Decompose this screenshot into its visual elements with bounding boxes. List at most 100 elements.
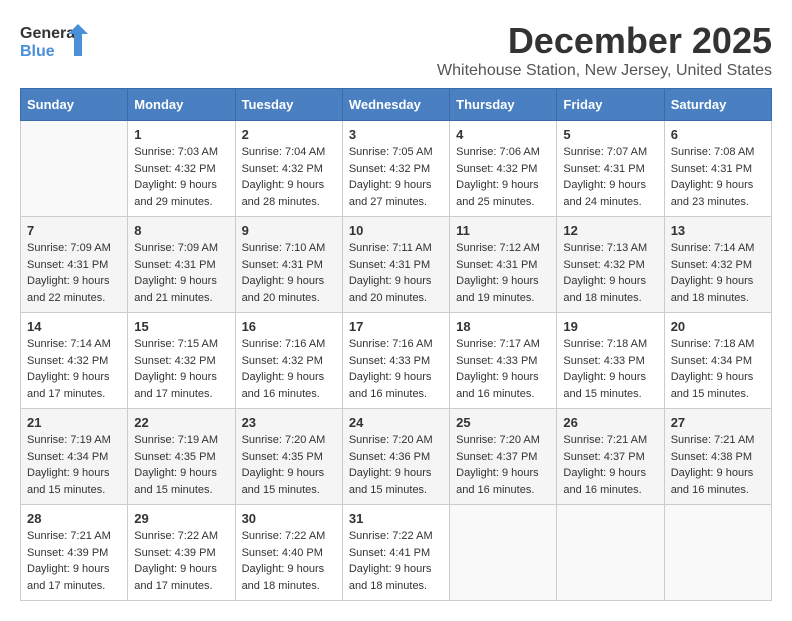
header-sunday: Sunday	[21, 89, 128, 121]
calendar-cell: 2 Sunrise: 7:04 AMSunset: 4:32 PMDaylight…	[235, 121, 342, 217]
header-monday: Monday	[128, 89, 235, 121]
logo: GeneralBlue	[20, 20, 90, 60]
calendar-cell	[557, 505, 664, 601]
calendar-cell: 16 Sunrise: 7:16 AMSunset: 4:32 PMDayligh…	[235, 313, 342, 409]
day-number: 26	[563, 415, 657, 430]
calendar-cell: 18 Sunrise: 7:17 AMSunset: 4:33 PMDayligh…	[450, 313, 557, 409]
calendar-week-4: 21 Sunrise: 7:19 AMSunset: 4:34 PMDayligh…	[21, 409, 772, 505]
day-info: Sunrise: 7:19 AMSunset: 4:34 PMDaylight:…	[27, 432, 121, 498]
day-info: Sunrise: 7:17 AMSunset: 4:33 PMDaylight:…	[456, 336, 550, 402]
header-tuesday: Tuesday	[235, 89, 342, 121]
calendar-cell: 24 Sunrise: 7:20 AMSunset: 4:36 PMDayligh…	[342, 409, 449, 505]
day-info: Sunrise: 7:09 AMSunset: 4:31 PMDaylight:…	[27, 240, 121, 306]
calendar-week-2: 7 Sunrise: 7:09 AMSunset: 4:31 PMDaylight…	[21, 217, 772, 313]
calendar-week-1: 1Sunrise: 7:03 AMSunset: 4:32 PMDaylight…	[21, 121, 772, 217]
calendar-cell: 28Sunrise: 7:21 AMSunset: 4:39 PMDayligh…	[21, 505, 128, 601]
calendar-cell: 26 Sunrise: 7:21 AMSunset: 4:37 PMDayligh…	[557, 409, 664, 505]
logo-icon: GeneralBlue	[20, 20, 90, 60]
calendar-cell: 27 Sunrise: 7:21 AMSunset: 4:38 PMDayligh…	[664, 409, 771, 505]
calendar-cell: 8 Sunrise: 7:09 AMSunset: 4:31 PMDaylight…	[128, 217, 235, 313]
day-number: 13	[671, 223, 765, 238]
calendar-cell: 3 Sunrise: 7:05 AMSunset: 4:32 PMDaylight…	[342, 121, 449, 217]
svg-text:Blue: Blue	[20, 43, 55, 60]
header-friday: Friday	[557, 89, 664, 121]
day-info: Sunrise: 7:06 AMSunset: 4:32 PMDaylight:…	[456, 144, 550, 210]
day-number: 23	[242, 415, 336, 430]
day-info: Sunrise: 7:07 AMSunset: 4:31 PMDaylight:…	[563, 144, 657, 210]
calendar-week-5: 28Sunrise: 7:21 AMSunset: 4:39 PMDayligh…	[21, 505, 772, 601]
day-number: 7	[27, 223, 121, 238]
header-saturday: Saturday	[664, 89, 771, 121]
page-header: GeneralBlue December 2025 Whitehouse Sta…	[20, 20, 772, 80]
day-number: 24	[349, 415, 443, 430]
main-title: December 2025	[437, 20, 772, 62]
day-info: Sunrise: 7:12 AMSunset: 4:31 PMDaylight:…	[456, 240, 550, 306]
calendar-cell: 17Sunrise: 7:16 AMSunset: 4:33 PMDayligh…	[342, 313, 449, 409]
day-number: 16	[242, 319, 336, 334]
calendar-table: SundayMondayTuesdayWednesdayThursdayFrid…	[20, 88, 772, 601]
day-info: Sunrise: 7:21 AMSunset: 4:39 PMDaylight:…	[27, 528, 121, 594]
calendar-cell: 11Sunrise: 7:12 AMSunset: 4:31 PMDayligh…	[450, 217, 557, 313]
calendar-cell	[21, 121, 128, 217]
day-number: 20	[671, 319, 765, 334]
calendar-cell	[664, 505, 771, 601]
calendar-cell: 4Sunrise: 7:06 AMSunset: 4:32 PMDaylight…	[450, 121, 557, 217]
day-number: 6	[671, 127, 765, 142]
day-info: Sunrise: 7:20 AMSunset: 4:35 PMDaylight:…	[242, 432, 336, 498]
calendar-cell: 5 Sunrise: 7:07 AMSunset: 4:31 PMDaylight…	[557, 121, 664, 217]
day-number: 3	[349, 127, 443, 142]
calendar-cell: 25 Sunrise: 7:20 AMSunset: 4:37 PMDayligh…	[450, 409, 557, 505]
day-number: 10	[349, 223, 443, 238]
day-number: 25	[456, 415, 550, 430]
day-info: Sunrise: 7:09 AMSunset: 4:31 PMDaylight:…	[134, 240, 228, 306]
calendar-cell: 13Sunrise: 7:14 AMSunset: 4:32 PMDayligh…	[664, 217, 771, 313]
day-info: Sunrise: 7:05 AMSunset: 4:32 PMDaylight:…	[349, 144, 443, 210]
day-info: Sunrise: 7:04 AMSunset: 4:32 PMDaylight:…	[242, 144, 336, 210]
day-info: Sunrise: 7:08 AMSunset: 4:31 PMDaylight:…	[671, 144, 765, 210]
calendar-cell: 20Sunrise: 7:18 AMSunset: 4:34 PMDayligh…	[664, 313, 771, 409]
calendar-cell: 21 Sunrise: 7:19 AMSunset: 4:34 PMDayligh…	[21, 409, 128, 505]
calendar-cell: 9 Sunrise: 7:10 AMSunset: 4:31 PMDaylight…	[235, 217, 342, 313]
day-info: Sunrise: 7:22 AMSunset: 4:40 PMDaylight:…	[242, 528, 336, 594]
day-number: 21	[27, 415, 121, 430]
calendar-cell: 29Sunrise: 7:22 AMSunset: 4:39 PMDayligh…	[128, 505, 235, 601]
calendar-cell: 15Sunrise: 7:15 AMSunset: 4:32 PMDayligh…	[128, 313, 235, 409]
day-info: Sunrise: 7:16 AMSunset: 4:32 PMDaylight:…	[242, 336, 336, 402]
day-info: Sunrise: 7:21 AMSunset: 4:38 PMDaylight:…	[671, 432, 765, 498]
day-info: Sunrise: 7:18 AMSunset: 4:33 PMDaylight:…	[563, 336, 657, 402]
day-number: 5	[563, 127, 657, 142]
day-number: 22	[134, 415, 228, 430]
calendar-cell: 31 Sunrise: 7:22 AMSunset: 4:41 PMDayligh…	[342, 505, 449, 601]
calendar-cell: 23 Sunrise: 7:20 AMSunset: 4:35 PMDayligh…	[235, 409, 342, 505]
header-thursday: Thursday	[450, 89, 557, 121]
day-info: Sunrise: 7:20 AMSunset: 4:37 PMDaylight:…	[456, 432, 550, 498]
day-number: 8	[134, 223, 228, 238]
calendar-header-row: SundayMondayTuesdayWednesdayThursdayFrid…	[21, 89, 772, 121]
day-number: 1	[134, 127, 228, 142]
day-info: Sunrise: 7:19 AMSunset: 4:35 PMDaylight:…	[134, 432, 228, 498]
day-info: Sunrise: 7:21 AMSunset: 4:37 PMDaylight:…	[563, 432, 657, 498]
day-info: Sunrise: 7:10 AMSunset: 4:31 PMDaylight:…	[242, 240, 336, 306]
day-number: 18	[456, 319, 550, 334]
calendar-cell: 12Sunrise: 7:13 AMSunset: 4:32 PMDayligh…	[557, 217, 664, 313]
day-info: Sunrise: 7:22 AMSunset: 4:41 PMDaylight:…	[349, 528, 443, 594]
calendar-cell: 22 Sunrise: 7:19 AMSunset: 4:35 PMDayligh…	[128, 409, 235, 505]
day-info: Sunrise: 7:11 AMSunset: 4:31 PMDaylight:…	[349, 240, 443, 306]
calendar-cell: 6 Sunrise: 7:08 AMSunset: 4:31 PMDaylight…	[664, 121, 771, 217]
day-number: 2	[242, 127, 336, 142]
title-area: December 2025 Whitehouse Station, New Je…	[437, 20, 772, 80]
day-number: 27	[671, 415, 765, 430]
calendar-cell	[450, 505, 557, 601]
calendar-week-3: 14Sunrise: 7:14 AMSunset: 4:32 PMDayligh…	[21, 313, 772, 409]
day-info: Sunrise: 7:13 AMSunset: 4:32 PMDaylight:…	[563, 240, 657, 306]
calendar-cell: 19Sunrise: 7:18 AMSunset: 4:33 PMDayligh…	[557, 313, 664, 409]
day-number: 15	[134, 319, 228, 334]
day-number: 9	[242, 223, 336, 238]
day-number: 31	[349, 511, 443, 526]
calendar-cell: 30Sunrise: 7:22 AMSunset: 4:40 PMDayligh…	[235, 505, 342, 601]
day-info: Sunrise: 7:20 AMSunset: 4:36 PMDaylight:…	[349, 432, 443, 498]
day-info: Sunrise: 7:14 AMSunset: 4:32 PMDaylight:…	[27, 336, 121, 402]
calendar-cell: 7 Sunrise: 7:09 AMSunset: 4:31 PMDaylight…	[21, 217, 128, 313]
header-wednesday: Wednesday	[342, 89, 449, 121]
calendar-cell: 10 Sunrise: 7:11 AMSunset: 4:31 PMDayligh…	[342, 217, 449, 313]
